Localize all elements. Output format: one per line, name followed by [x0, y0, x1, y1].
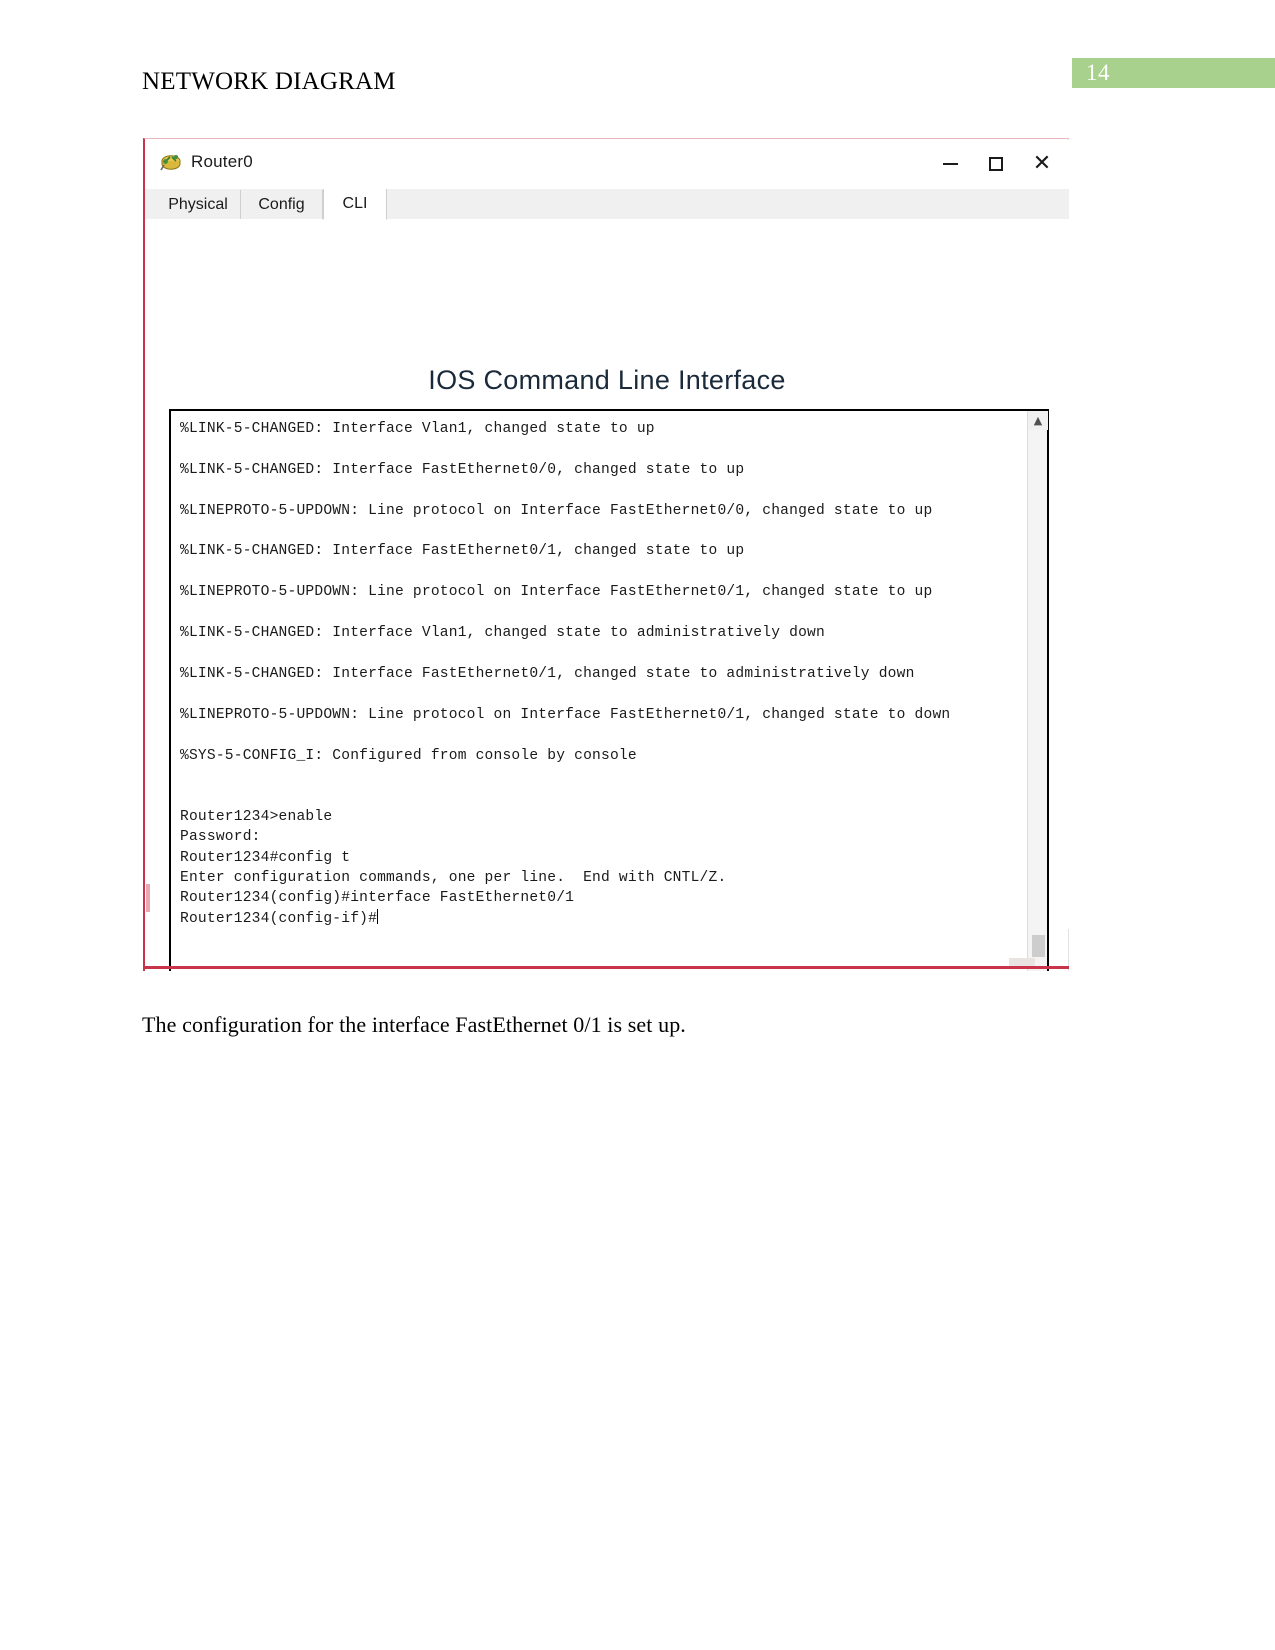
tab-config[interactable]: Config: [241, 190, 323, 219]
window-title: Router0: [191, 152, 253, 171]
console-log: %LINK-5-CHANGED: Interface Vlan1, change…: [180, 421, 951, 927]
page-title: NETWORK DIAGRAM: [142, 68, 396, 95]
figure-caption: The configuration for the interface Fast…: [142, 1012, 686, 1037]
maximize-icon: [989, 157, 1003, 171]
screenshot-bottom-border: [145, 966, 1069, 969]
tab-physical[interactable]: Physical: [156, 190, 241, 219]
close-button[interactable]: ✕: [1019, 144, 1065, 184]
page-number: 14: [1086, 60, 1110, 85]
window-controls: ✕: [927, 144, 1065, 184]
packet-tracer-window-screenshot: Router0 ✕ Physical Config CLI IOS Comman…: [143, 138, 1069, 971]
router-icon: [159, 152, 183, 174]
console-text[interactable]: %LINK-5-CHANGED: Interface Vlan1, change…: [180, 419, 1021, 971]
screenshot-edge-artifact: [146, 884, 150, 912]
minimize-button[interactable]: [927, 144, 973, 184]
tab-cli[interactable]: CLI: [323, 189, 387, 220]
scrollbar-thumb[interactable]: [1032, 935, 1045, 957]
page-number-badge: 14: [1072, 58, 1275, 88]
cli-pane: IOS Command Line Interface %LINK-5-CHANG…: [145, 219, 1069, 971]
scroll-up-arrow-icon[interactable]: ▲: [1028, 411, 1048, 430]
maximize-button[interactable]: [973, 144, 1019, 184]
console-output-box[interactable]: %LINK-5-CHANGED: Interface Vlan1, change…: [169, 409, 1049, 971]
tab-physical-label: Physical: [168, 195, 228, 213]
tab-config-label: Config: [258, 195, 305, 213]
pane-title: IOS Command Line Interface: [428, 365, 786, 395]
text-cursor: [377, 908, 379, 924]
tab-cli-label: CLI: [342, 195, 368, 212]
close-icon: ✕: [1032, 151, 1052, 176]
tab-bar: Physical Config CLI: [145, 189, 1069, 220]
console-scrollbar[interactable]: ▲ ▼: [1027, 411, 1048, 971]
minimize-icon: [942, 163, 958, 165]
window-titlebar: Router0 ✕: [145, 140, 1069, 190]
